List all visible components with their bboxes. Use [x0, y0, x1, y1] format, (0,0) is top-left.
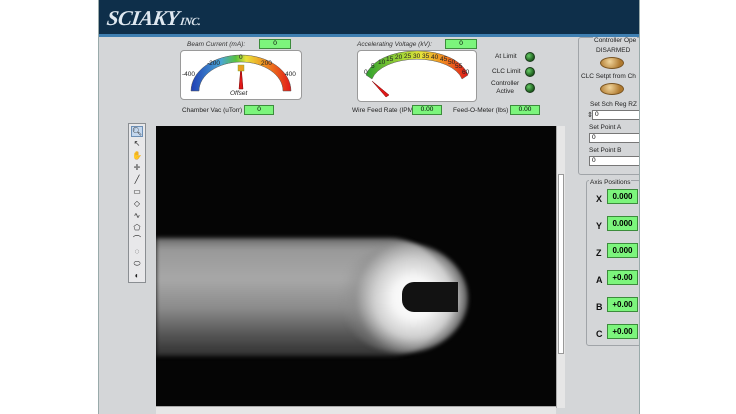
camera-horizontal-scrollbar[interactable] — [156, 406, 556, 414]
controller-active-led — [525, 83, 535, 93]
beam-tick-0: 0 — [239, 54, 243, 61]
curve-icon[interactable]: ⌒ — [131, 234, 143, 245]
axis-c-label: C — [596, 329, 603, 339]
axis-a-label: A — [596, 275, 603, 285]
kv-tick-60: 60 — [462, 69, 470, 76]
kv-tick-15: 15 — [386, 56, 394, 63]
camera-vertical-scrollbar[interactable] — [556, 126, 565, 408]
ellipse-icon[interactable]: ⬭ — [131, 258, 143, 269]
header-accent-strip — [99, 34, 639, 37]
feed-o-meter-label: Feed-O-Meter (lbs) — [453, 107, 509, 114]
beam-current-value: 0 — [259, 39, 291, 49]
app-window: SCIAKYINC. Beam Current (mA): 0 -400 -20… — [98, 0, 640, 414]
annulus-icon[interactable]: ◌ — [131, 246, 143, 257]
kv-tick-10: 10 — [378, 59, 386, 66]
image-tools-palette: 🔍︎ ↖ ✋ ✛ ╱ ▭ ◇ ∿ ⬠ ⌒ ◌ ⬭ ◐ — [128, 123, 146, 283]
chamber-vac-label: Chamber Vac (uTorr) — [182, 107, 243, 114]
setpoint-a-label: Set Point A — [589, 124, 622, 131]
line-icon[interactable]: ╱ — [131, 174, 143, 185]
pointer-icon[interactable]: ↖ — [131, 138, 143, 149]
kv-tick-40: 40 — [431, 54, 439, 61]
axis-x-label: X — [596, 194, 603, 204]
axis-y-label: Y — [596, 221, 603, 231]
axis-z-value: 0.000 — [607, 243, 638, 258]
axis-a-value: +0.00 — [607, 270, 638, 285]
pan-icon[interactable]: ✋ — [131, 150, 143, 161]
axis-positions-title: Axis Positions — [589, 179, 632, 186]
logo-suffix: INC. — [179, 16, 202, 28]
polygon-icon[interactable]: ⬠ — [131, 222, 143, 233]
controller-ops-panel: Controller Ope DISARMED CLC Setpt from C… — [578, 37, 639, 175]
kv-tick-0: 0 — [364, 69, 368, 76]
setpoint-b-label: Set Point B — [589, 147, 622, 154]
disarmed-label: DISARMED — [596, 47, 631, 54]
sch-reg-label: Set Sch Reg RZ — [590, 101, 637, 108]
setpoint-a-input[interactable]: 0 — [589, 133, 639, 143]
logo-text: SCIAKY — [105, 6, 181, 30]
kv-tick-20: 20 — [395, 54, 403, 61]
zoom-icon[interactable]: 🔍︎ — [131, 126, 143, 137]
beam-current-label: Beam Current (mA): — [187, 41, 246, 48]
kv-tick-5: 5 — [371, 63, 375, 70]
axis-x-value: 0.000 — [607, 189, 638, 204]
axis-z-label: Z — [596, 248, 602, 258]
beam-tick-200: 200 — [261, 60, 272, 67]
chamber-vac-value: 0 — [244, 105, 274, 115]
accel-voltage-label: Accelerating Voltage (kV): — [357, 41, 432, 48]
controller-active-label: Controller Active — [491, 80, 519, 96]
kv-tick-25: 25 — [404, 53, 412, 60]
kv-tick-35: 35 — [422, 53, 430, 60]
clc-limit-label: CLC Limit — [492, 68, 521, 75]
app-header: SCIAKYINC. — [99, 0, 639, 36]
axis-positions-panel: Axis Positions X 0.000 Y 0.000 Z 0.000 A… — [586, 179, 639, 346]
beam-current-gauge: -400 -200 0 200 400 Offset — [180, 50, 302, 100]
controller-ops-title: Controller Ope — [593, 37, 638, 44]
clc-setpt-label: CLC Setpt from Ch — [581, 73, 636, 80]
at-limit-label: At Limit — [495, 53, 517, 60]
crosshair-icon[interactable]: ✛ — [131, 162, 143, 173]
rotated-rect-icon[interactable]: ◇ — [131, 198, 143, 209]
beam-offset-label: Offset — [230, 90, 248, 97]
beam-tick-400: 400 — [285, 71, 296, 78]
at-limit-led — [525, 52, 535, 62]
accel-voltage-value: 0 — [445, 39, 477, 49]
clc-setpt-toggle-button[interactable] — [600, 83, 624, 95]
sciaky-logo: SCIAKYINC. — [105, 6, 203, 31]
setpoint-b-input[interactable]: 0 — [589, 156, 639, 166]
controller-active-line1: Controller — [491, 80, 520, 87]
freehand-icon[interactable]: ∿ — [131, 210, 143, 221]
beam-tick-neg200: -200 — [207, 60, 221, 67]
vertical-scroll-thumb[interactable] — [558, 174, 564, 354]
axis-b-value: +0.00 — [607, 297, 638, 312]
rectangle-icon[interactable]: ▭ — [131, 186, 143, 197]
kv-tick-30: 30 — [413, 53, 421, 60]
controller-active-line2: Active — [496, 88, 514, 95]
kv-tick-45: 45 — [440, 56, 448, 63]
slot-shadow-image — [402, 282, 458, 312]
axis-b-label: B — [596, 302, 603, 312]
sch-reg-input[interactable]: 0 — [592, 110, 639, 120]
clc-limit-led — [525, 67, 535, 77]
axis-y-value: 0.000 — [607, 216, 638, 231]
circle-icon[interactable]: ◐ — [131, 270, 143, 281]
camera-view[interactable] — [156, 126, 556, 408]
arm-toggle-button[interactable] — [600, 57, 624, 69]
accel-voltage-gauge: 0 5 10 15 20 25 30 35 40 45 50 55 60 — [357, 50, 477, 102]
beam-tick-neg400: -400 — [182, 71, 196, 78]
wire-feed-value: 0.00 — [412, 105, 442, 115]
wire-feed-label: Wire Feed Rate (IPM) — [352, 107, 416, 114]
feed-o-meter-value: 0.00 — [510, 105, 540, 115]
axis-c-value: +0.00 — [607, 324, 638, 339]
